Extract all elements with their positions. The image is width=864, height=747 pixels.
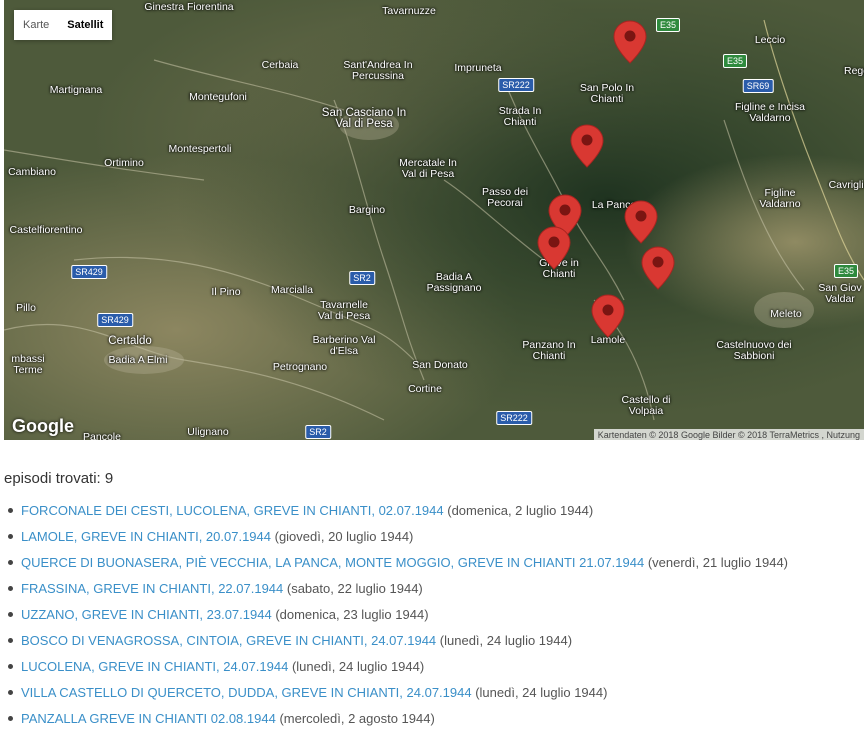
road-shield: SR222: [496, 411, 532, 425]
list-item: LAMOLE, GREVE IN CHIANTI, 20.07.1944 (gi…: [4, 526, 864, 552]
episode-link[interactable]: LUCOLENA, GREVE IN CHIANTI, 24.07.1944: [21, 659, 288, 674]
map-pin-icon: [624, 200, 658, 244]
episode-date: (domenica, 23 luglio 1944): [271, 607, 429, 622]
map-type-karte-button[interactable]: Karte: [14, 10, 59, 40]
map-pin-icon: [591, 294, 625, 338]
episode-link[interactable]: UZZANO, GREVE IN CHIANTI, 23.07.1944: [21, 607, 272, 622]
bullet-icon: [8, 612, 13, 618]
list-item: FRASSINA, GREVE IN CHIANTI, 22.07.1944 (…: [4, 578, 864, 604]
episode-list: FORCONALE DEI CESTI, LUCOLENA, GREVE IN …: [4, 500, 864, 734]
satellite-map[interactable]: Karte Satellit Ginestra Fiorentina Tavar…: [4, 0, 864, 440]
map-pin-icon: [641, 246, 675, 290]
map-pin-icon: [570, 124, 604, 168]
list-item: UZZANO, GREVE IN CHIANTI, 23.07.1944 (do…: [4, 604, 864, 630]
episode-date: (giovedì, 20 luglio 1944): [271, 529, 414, 544]
results-heading: episodi trovati: 9: [4, 470, 114, 487]
road-shield: SR69: [742, 79, 774, 93]
map-type-control: Karte Satellit: [14, 10, 113, 40]
marker-uzzano[interactable]: [537, 226, 571, 270]
bullet-icon: [8, 638, 13, 644]
marker-lamole[interactable]: [570, 124, 604, 168]
road-shield: SR2: [305, 425, 331, 439]
list-item: VILLA CASTELLO DI QUERCETO, DUDDA, GREVE…: [4, 682, 864, 708]
episode-date: (domenica, 2 luglio 1944): [443, 503, 594, 518]
road-shield: SR429: [97, 313, 133, 327]
road-shield: SR429: [71, 265, 107, 279]
bullet-icon: [8, 508, 13, 514]
map-pin-icon: [537, 226, 571, 270]
episode-link[interactable]: PANZALLA GREVE IN CHIANTI 02.08.1944: [21, 711, 276, 726]
bullet-icon: [8, 716, 13, 722]
list-item: FORCONALE DEI CESTI, LUCOLENA, GREVE IN …: [4, 500, 864, 526]
list-item: LUCOLENA, GREVE IN CHIANTI, 24.07.1944 (…: [4, 656, 864, 682]
episode-link[interactable]: FORCONALE DEI CESTI, LUCOLENA, GREVE IN …: [21, 503, 444, 518]
episode-date: (mercoledì, 2 agosto 1944): [275, 711, 435, 726]
episode-link[interactable]: FRASSINA, GREVE IN CHIANTI, 22.07.1944: [21, 581, 283, 596]
list-item: PANZALLA GREVE IN CHIANTI 02.08.1944 (me…: [4, 708, 864, 734]
bullet-icon: [8, 586, 13, 592]
road-shield: SR222: [498, 78, 534, 92]
map-attribution[interactable]: Kartendaten © 2018 Google Bilder © 2018 …: [593, 429, 864, 440]
bullet-icon: [8, 534, 13, 540]
marker-frassina[interactable]: [624, 200, 658, 244]
map-type-satellite-button[interactable]: Satellit: [58, 10, 113, 40]
episode-date: (lunedì, 24 luglio 1944): [288, 659, 425, 674]
bullet-icon: [8, 664, 13, 670]
episode-link[interactable]: QUERCE DI BUONASERA, PIÈ VECCHIA, LA PAN…: [21, 555, 644, 570]
road-shield: SR2: [349, 271, 375, 285]
road-shield: E35: [833, 264, 859, 278]
marker-forconale-lucolena[interactable]: [613, 20, 647, 64]
bullet-icon: [8, 560, 13, 566]
road-shield: E35: [722, 54, 748, 68]
bullet-icon: [8, 690, 13, 696]
road-shield: E35: [655, 18, 681, 32]
marker-bosco-di-venagrossa[interactable]: [641, 246, 675, 290]
episode-link[interactable]: LAMOLE, GREVE IN CHIANTI, 20.07.1944: [21, 529, 271, 544]
episode-date: (lunedì, 24 luglio 1944): [436, 633, 573, 648]
google-logo: Google: [12, 416, 74, 436]
marker-lucolena[interactable]: [591, 294, 625, 338]
episode-date: (sabato, 22 luglio 1944): [283, 581, 423, 596]
episode-date: (lunedì, 24 luglio 1944): [471, 685, 608, 700]
list-item: QUERCE DI BUONASERA, PIÈ VECCHIA, LA PAN…: [4, 552, 864, 578]
episode-link[interactable]: VILLA CASTELLO DI QUERCETO, DUDDA, GREVE…: [21, 685, 472, 700]
map-pin-icon: [613, 20, 647, 64]
episode-link[interactable]: BOSCO DI VENAGROSSA, CINTOIA, GREVE IN C…: [21, 633, 436, 648]
episode-date: (venerdì, 21 luglio 1944): [644, 555, 789, 570]
list-item: BOSCO DI VENAGROSSA, CINTOIA, GREVE IN C…: [4, 630, 864, 656]
